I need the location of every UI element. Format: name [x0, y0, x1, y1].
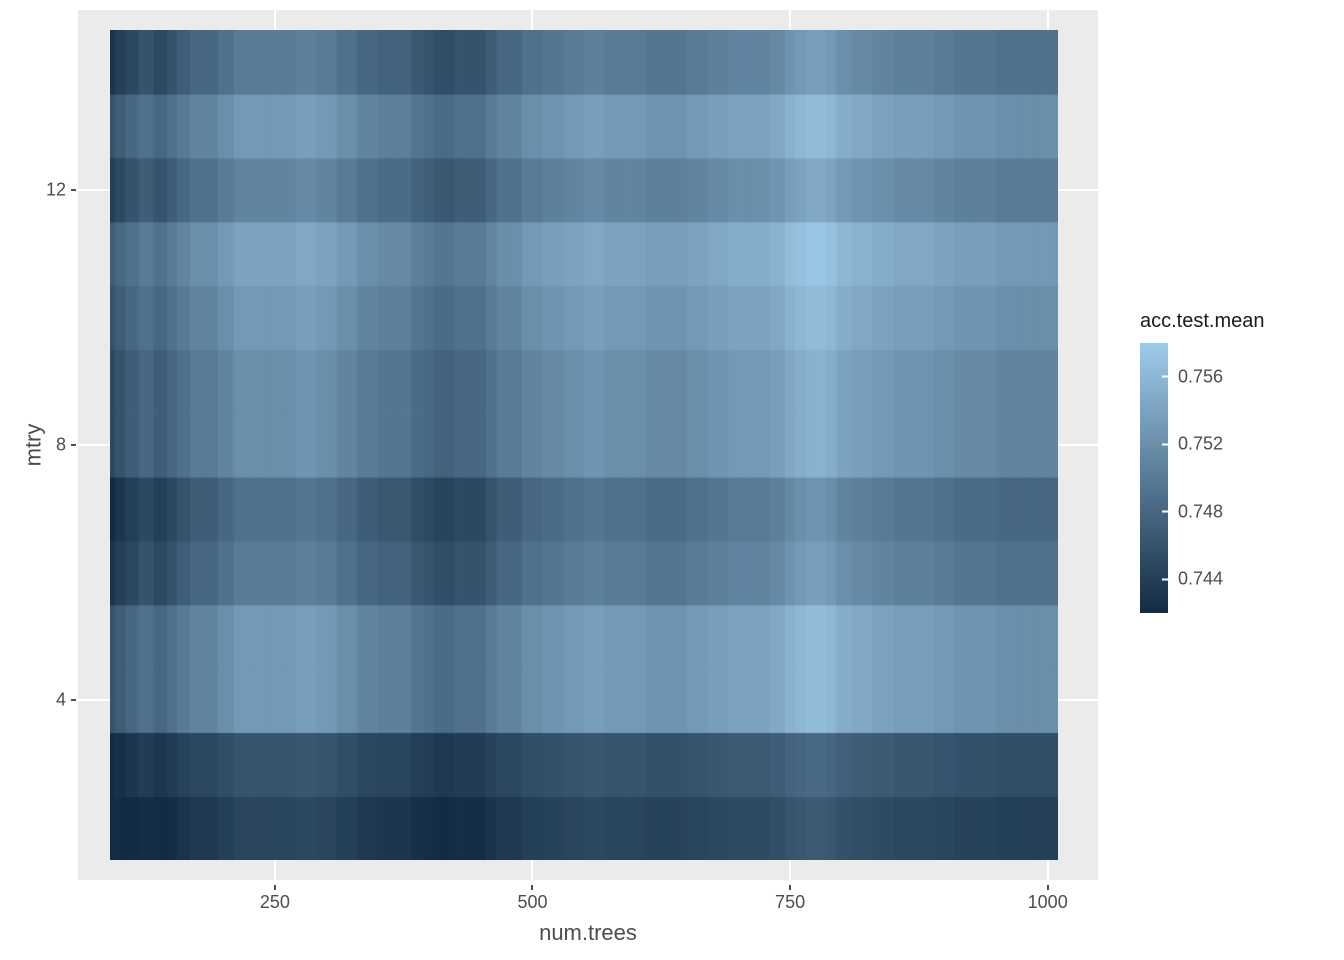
y-axis-title: mtry: [20, 424, 46, 467]
legend-tick-label: 0.744: [1178, 569, 1223, 590]
y-tick: [71, 189, 76, 191]
x-tick: [531, 885, 533, 890]
y-tick-label: 12: [46, 179, 66, 200]
legend-tick: 0.748: [1168, 501, 1223, 522]
heatmap-figure: 250 500 750 1000 4 8 12 num.trees mtry acc.te…: [0, 0, 1344, 960]
y-tick: [71, 699, 76, 701]
x-tick: [789, 885, 791, 890]
legend-title: acc.test.mean: [1140, 310, 1330, 333]
legend-tick-mark: [1162, 376, 1168, 378]
legend-tick-mark: [1162, 578, 1168, 580]
legend-tick: 0.744: [1168, 569, 1223, 590]
color-legend: acc.test.mean 0.744 0.748 0.752 0.756: [1140, 310, 1330, 613]
legend-tick-mark: [1162, 511, 1168, 513]
x-tick: [1047, 885, 1049, 890]
y-tick-label: 8: [56, 435, 66, 456]
legend-tick-label: 0.752: [1178, 434, 1223, 455]
x-tick-label: 1000: [1028, 892, 1068, 913]
y-tick: [71, 444, 76, 446]
x-tick-label: 250: [260, 892, 290, 913]
x-axis-title: num.trees: [78, 920, 1098, 946]
legend-tick: 0.752: [1168, 434, 1223, 455]
legend-tick: 0.756: [1168, 366, 1223, 387]
x-tick-label: 750: [775, 892, 805, 913]
legend-colorbar: [1140, 343, 1168, 613]
legend-tick-mark: [1162, 443, 1168, 445]
x-tick-label: 500: [517, 892, 547, 913]
y-tick-label: 4: [56, 690, 66, 711]
legend-tick-label: 0.756: [1178, 366, 1223, 387]
heatmap-canvas: [110, 30, 1058, 860]
legend-tick-label: 0.748: [1178, 501, 1223, 522]
x-tick: [274, 885, 276, 890]
